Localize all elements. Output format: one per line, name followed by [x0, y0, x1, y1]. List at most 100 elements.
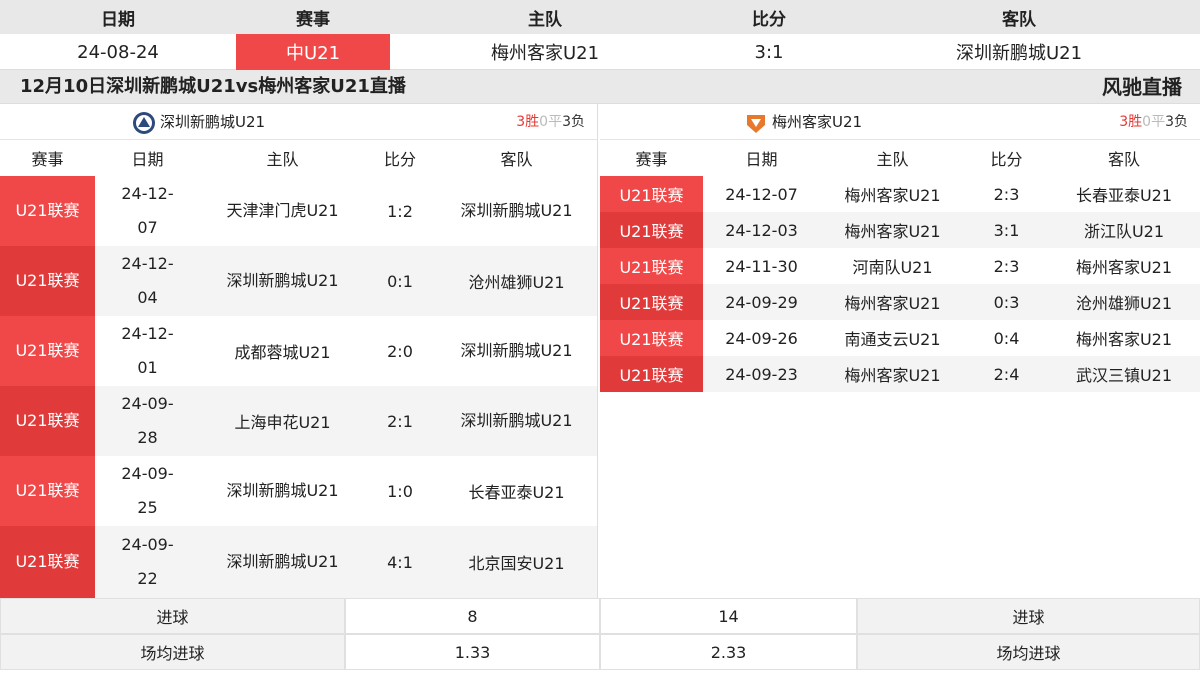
featured-match-row[interactable]: 24-08-24 中U21 梅州客家U21 3:1 深圳新鹏城U21: [0, 34, 1200, 70]
row-home[interactable]: 南通支云U21: [820, 320, 965, 356]
col-date: 日期: [131, 150, 164, 169]
row-date: 24-12-04: [121, 254, 174, 307]
row-score: 0:3: [993, 292, 1020, 312]
right-goals-value: 14: [600, 598, 857, 634]
row-home[interactable]: 天津津门虎U21: [212, 176, 353, 246]
row-competition[interactable]: U21联赛: [600, 248, 703, 284]
record-losses: 3负: [1165, 114, 1188, 130]
row-score: 0:4: [993, 328, 1020, 348]
row-score: 4:1: [387, 552, 413, 572]
row-score: 2:3: [993, 256, 1020, 276]
brand-label[interactable]: 风驰直播: [1102, 70, 1182, 104]
match-home-team[interactable]: 梅州客家U21: [390, 34, 700, 70]
row-competition[interactable]: U21联赛: [600, 284, 703, 320]
row-away[interactable]: 武汉三镇U21: [1048, 356, 1200, 392]
row-away[interactable]: 长春亚泰U21: [1048, 176, 1200, 212]
header-date: 日期: [101, 9, 135, 30]
row-competition[interactable]: U21联赛: [0, 316, 95, 386]
left-goals-value: 8: [345, 598, 600, 634]
left-avg-value: 1.33: [345, 634, 600, 670]
row-competition[interactable]: U21联赛: [600, 320, 703, 356]
row-competition[interactable]: U21联赛: [600, 176, 703, 212]
team-name[interactable]: 梅州客家U21: [772, 104, 862, 140]
row-home[interactable]: 梅州客家U21: [820, 356, 965, 392]
row-home[interactable]: 梅州客家U21: [820, 284, 965, 320]
record-wins: 3胜: [516, 114, 540, 130]
table-row[interactable]: U21联赛 24-09-29 梅州客家U21 0:3 沧州雄狮U21: [600, 284, 1200, 320]
row-date: 24-12-07: [121, 184, 174, 237]
match-competition[interactable]: 中U21: [236, 34, 390, 70]
row-score: 0:1: [387, 271, 413, 291]
match-away-team[interactable]: 深圳新鹏城U21: [838, 34, 1200, 70]
row-away[interactable]: 北京国安U21: [435, 526, 598, 598]
row-home[interactable]: 深圳新鹏城U21: [212, 456, 353, 526]
row-score: 2:0: [387, 341, 413, 361]
row-score: 1:2: [387, 201, 413, 221]
table-row[interactable]: U21联赛 24-12-04 深圳新鹏城U21 0:1 沧州雄狮U21: [0, 246, 597, 316]
row-competition[interactable]: U21联赛: [600, 356, 703, 392]
table-row[interactable]: U21联赛 24-12-07 梅州客家U21 2:3 长春亚泰U21: [600, 176, 1200, 212]
row-competition[interactable]: U21联赛: [0, 386, 95, 456]
row-score: 2:3: [993, 184, 1020, 204]
col-competition: 赛事: [31, 150, 64, 169]
row-competition[interactable]: U21联赛: [0, 176, 95, 246]
table-row[interactable]: U21联赛 24-09-23 梅州客家U21 2:4 武汉三镇U21: [600, 356, 1200, 392]
table-row[interactable]: U21联赛 24-09-26 南通支云U21 0:4 梅州客家U21: [600, 320, 1200, 356]
row-away[interactable]: 沧州雄狮U21: [435, 246, 598, 316]
row-home[interactable]: 梅州客家U21: [820, 176, 965, 212]
row-home[interactable]: 上海申花U21: [200, 386, 365, 456]
match-score: 3:1: [754, 41, 784, 63]
row-date: 24-09-25: [121, 464, 174, 517]
col-away: 客队: [500, 150, 533, 169]
row-competition[interactable]: U21联赛: [0, 526, 95, 598]
title-banner: 12月10日深圳新鹏城U21vs梅州客家U21直播 风驰直播: [0, 70, 1200, 104]
avg-goals-label: 场均进球: [0, 634, 345, 670]
row-away[interactable]: 长春亚泰U21: [435, 456, 598, 526]
table-row[interactable]: U21联赛 24-11-30 河南队U21 2:3 梅州客家U21: [600, 248, 1200, 284]
page-title: 12月10日深圳新鹏城U21vs梅州客家U21直播: [20, 76, 406, 97]
header-away: 客队: [1002, 9, 1036, 30]
row-date: 24-09-26: [725, 328, 798, 348]
row-away[interactable]: 深圳新鹏城U21: [447, 386, 586, 456]
row-date: 24-12-01: [121, 324, 174, 377]
row-competition[interactable]: U21联赛: [0, 456, 95, 526]
row-home[interactable]: 深圳新鹏城U21: [212, 246, 353, 316]
team-record: 3胜0平3负: [516, 104, 585, 140]
table-row[interactable]: U21联赛 24-12-07 天津津门虎U21 1:2 深圳新鹏城U21: [0, 176, 597, 246]
table-row[interactable]: U21联赛 24-09-28 上海申花U21 2:1 深圳新鹏城U21: [0, 386, 597, 456]
match-header: 日期 赛事 主队 比分 客队: [0, 0, 1200, 34]
header-home: 主队: [528, 9, 562, 30]
col-competition: 赛事: [635, 150, 668, 169]
row-home[interactable]: 梅州客家U21: [820, 212, 965, 248]
table-row[interactable]: U21联赛 24-12-03 梅州客家U21 3:1 浙江队U21: [600, 212, 1200, 248]
avg-goals-label-right: 场均进球: [857, 634, 1200, 670]
row-away[interactable]: 深圳新鹏城U21: [447, 316, 586, 386]
row-away[interactable]: 梅州客家U21: [1048, 248, 1200, 284]
table-row[interactable]: U21联赛 24-09-25 深圳新鹏城U21 1:0 长春亚泰U21: [0, 456, 597, 526]
record-draws: 0平: [1142, 114, 1166, 130]
row-home[interactable]: 深圳新鹏城U21: [212, 526, 353, 598]
row-away[interactable]: 深圳新鹏城U21: [447, 176, 586, 246]
col-home: 主队: [876, 150, 909, 169]
team-name[interactable]: 深圳新鹏城U21: [160, 104, 265, 140]
header-score: 比分: [752, 9, 786, 30]
goals-label-right: 进球: [857, 598, 1200, 634]
row-score: 2:4: [993, 364, 1020, 384]
col-away: 客队: [1107, 150, 1140, 169]
row-away[interactable]: 梅州客家U21: [1048, 320, 1200, 356]
team-header: 深圳新鹏城U21 3胜0平3负: [0, 104, 597, 140]
column-header: 赛事 日期 主队 比分 客队: [0, 140, 597, 176]
row-competition[interactable]: U21联赛: [600, 212, 703, 248]
left-team-panel: 深圳新鹏城U21 3胜0平3负 赛事 日期 主队 比分 客队 U21联赛 24-…: [0, 104, 598, 598]
team-record: 3胜0平3负: [1119, 104, 1188, 140]
row-home[interactable]: 成都蓉城U21: [200, 316, 365, 386]
col-date: 日期: [745, 150, 778, 169]
right-avg-value: 2.33: [600, 634, 857, 670]
row-away[interactable]: 沧州雄狮U21: [1048, 284, 1200, 320]
row-home[interactable]: 河南队U21: [820, 248, 965, 284]
row-away[interactable]: 浙江队U21: [1048, 212, 1200, 248]
table-row[interactable]: U21联赛 24-12-01 成都蓉城U21 2:0 深圳新鹏城U21: [0, 316, 597, 386]
match-date: 24-08-24: [77, 41, 159, 63]
table-row[interactable]: U21联赛 24-09-22 深圳新鹏城U21 4:1 北京国安U21: [0, 526, 597, 598]
row-competition[interactable]: U21联赛: [0, 246, 95, 316]
